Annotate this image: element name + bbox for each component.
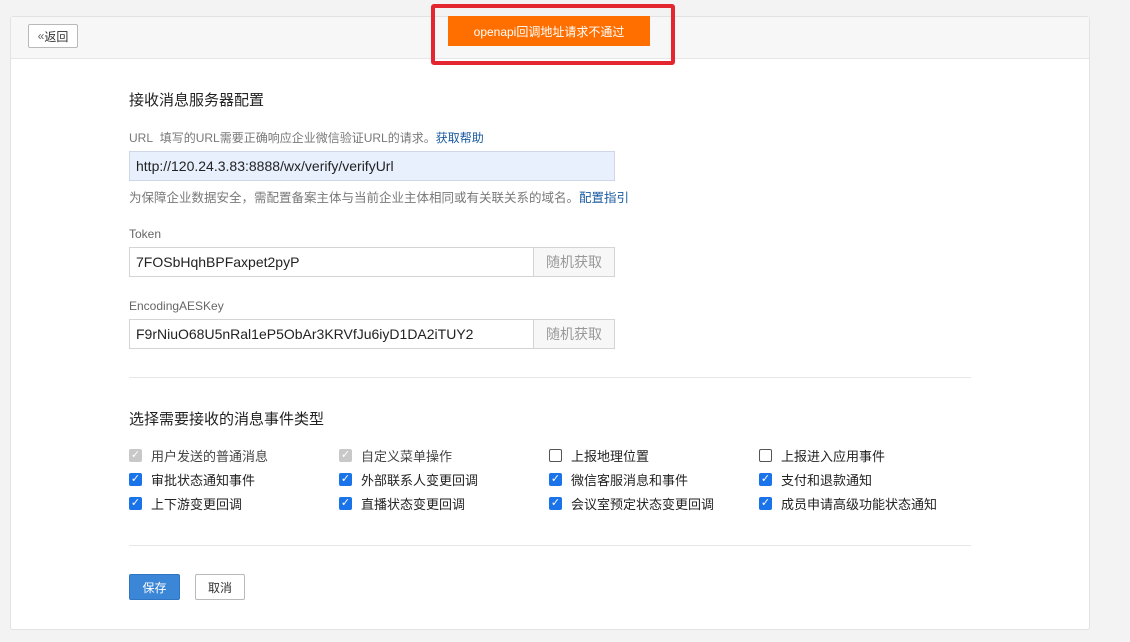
checkmark-icon[interactable]: ✓	[129, 496, 142, 510]
event-checkbox-item[interactable]: ✓ 外部联系人变更回调	[339, 470, 478, 488]
url-hint: URL 填写的URL需要正确响应企业微信验证URL的请求。获取帮助	[129, 129, 484, 146]
event-checkbox-item[interactable]: ✓ 微信客服消息和事件	[549, 470, 688, 488]
checkmark-icon[interactable]: ✓	[339, 472, 352, 486]
event-checkbox-item[interactable]: ✓ 审批状态通知事件	[129, 470, 255, 488]
help-link[interactable]: 获取帮助	[436, 131, 484, 145]
events-title: 选择需要接收的消息事件类型	[129, 411, 325, 428]
checkmark-icon[interactable]: ✓	[339, 496, 352, 510]
event-checkbox-item[interactable]: ✓ 上下游变更回调	[129, 494, 242, 512]
event-checkbox-label: 直播状态变更回调	[361, 496, 466, 512]
checkmark-icon[interactable]: ✓	[129, 472, 142, 486]
back-button[interactable]: « 返回	[28, 24, 78, 48]
bottom-divider	[129, 545, 971, 546]
event-checkbox-item: ✓ 用户发送的普通消息	[129, 446, 268, 464]
checkbox-empty-icon[interactable]	[549, 448, 562, 462]
section-divider	[129, 377, 971, 378]
server-config-title: 接收消息服务器配置	[129, 92, 265, 109]
url-input[interactable]	[129, 151, 615, 181]
save-button[interactable]: 保存	[129, 574, 180, 600]
double-chevron-left-icon: «	[37, 29, 45, 43]
aeskey-label: EncodingAESKey	[129, 299, 224, 313]
event-checkbox-item[interactable]: ✓ 成员申请高级功能状态通知	[759, 494, 937, 512]
event-checkbox-label: 上下游变更回调	[151, 496, 243, 512]
event-checkbox-item[interactable]: 上报进入应用事件	[759, 446, 885, 464]
event-checkbox-item[interactable]: ✓ 支付和退款通知	[759, 470, 872, 488]
checkmark-icon: ✓	[339, 448, 352, 462]
event-checkbox-label: 支付和退款通知	[781, 472, 873, 488]
checkmark-icon[interactable]: ✓	[549, 472, 562, 486]
token-input[interactable]	[129, 247, 534, 277]
event-checkbox-label: 上报地理位置	[571, 448, 650, 464]
checkmark-icon[interactable]: ✓	[549, 496, 562, 510]
token-random-button[interactable]: 随机获取	[533, 247, 615, 277]
token-label: Token	[129, 227, 162, 241]
url-description: 填写的URL需要正确响应企业微信验证URL的请求。	[159, 131, 436, 145]
event-checkbox-label: 用户发送的普通消息	[151, 448, 269, 464]
aeskey-input[interactable]	[129, 319, 534, 349]
event-checkbox-item[interactable]: 上报地理位置	[549, 446, 649, 464]
event-checkbox-item: ✓ 自定义菜单操作	[339, 446, 452, 464]
back-button-label: 返回	[44, 29, 69, 44]
event-checkbox-label: 微信客服消息和事件	[571, 472, 689, 488]
event-checkbox-label: 成员申请高级功能状态通知	[781, 496, 938, 512]
event-checkbox-label: 审批状态通知事件	[151, 472, 256, 488]
error-toast: openapi回调地址请求不通过	[448, 16, 650, 46]
checkbox-empty-icon[interactable]	[759, 448, 772, 462]
checkmark-icon: ✓	[129, 448, 142, 462]
config-guide-link[interactable]: 配置指引	[579, 191, 629, 205]
event-checkbox-label: 自定义菜单操作	[361, 448, 453, 464]
event-checkbox-label: 会议室预定状态变更回调	[571, 496, 715, 512]
event-checkbox-item[interactable]: ✓ 直播状态变更回调	[339, 494, 465, 512]
event-checkbox-item[interactable]: ✓ 会议室预定状态变更回调	[549, 494, 714, 512]
cancel-button[interactable]: 取消	[195, 574, 245, 600]
event-checkbox-label: 上报进入应用事件	[781, 448, 886, 464]
security-note: 为保障企业数据安全，需配置备案主体与当前企业主体相同或有关联关系的域名。配置指引	[129, 187, 629, 206]
event-checkbox-label: 外部联系人变更回调	[361, 472, 479, 488]
checkmark-icon[interactable]: ✓	[759, 472, 772, 486]
security-note-text: 为保障企业数据安全，需配置备案主体与当前企业主体相同或有关联关系的域名。	[129, 191, 580, 205]
url-label: URL	[129, 131, 154, 145]
aeskey-random-button[interactable]: 随机获取	[533, 319, 615, 349]
checkmark-icon[interactable]: ✓	[759, 496, 772, 510]
